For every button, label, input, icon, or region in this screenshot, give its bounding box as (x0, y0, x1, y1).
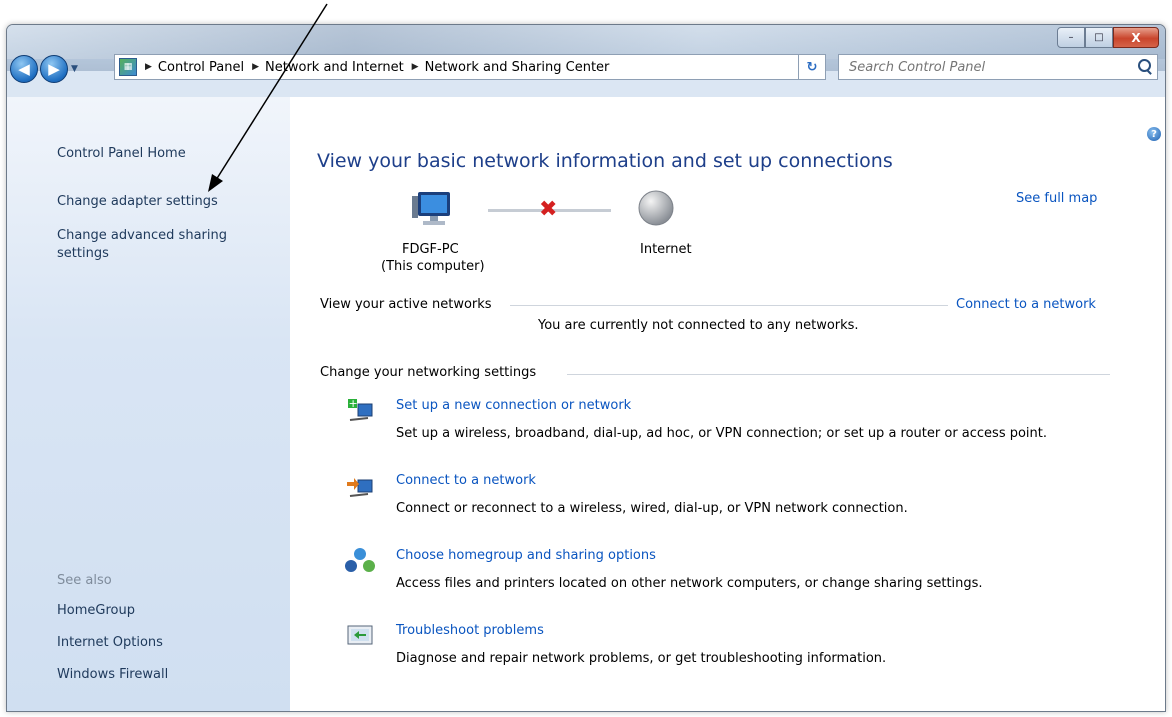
address-bar[interactable]: ▦ ▶ Control Panel ▶ Network and Internet… (114, 54, 814, 80)
maximize-button[interactable]: □ (1085, 27, 1113, 48)
homegroup-sharing-desc: Access files and printers located on oth… (396, 576, 983, 591)
page-title: View your basic network information and … (317, 150, 893, 172)
computer-sub-label: (This computer) (381, 259, 485, 274)
search-icon[interactable] (1138, 59, 1151, 72)
recent-pages-dropdown-icon[interactable]: ▼ (71, 64, 78, 74)
search-input[interactable] (847, 58, 1131, 76)
disconnected-x-icon[interactable]: ✖ (539, 197, 557, 222)
connect-to-network-link[interactable]: Connect to a network (956, 297, 1096, 312)
see-full-map-link[interactable]: See full map (1016, 191, 1097, 206)
internet-label: Internet (640, 242, 692, 257)
internet-globe-icon (638, 190, 674, 226)
section-divider (510, 305, 948, 306)
sidebar-control-panel-home[interactable]: Control Panel Home (57, 145, 186, 163)
setup-new-connection-link[interactable]: Set up a new connection or network (396, 398, 631, 413)
forward-button[interactable]: ▶ (40, 55, 68, 83)
refresh-button[interactable]: ↻ (798, 54, 826, 80)
homegroup-icon (345, 548, 375, 572)
close-button[interactable]: X (1113, 27, 1159, 48)
back-button[interactable]: ◀ (10, 55, 38, 83)
sidebar: Control Panel Home Change adapter settin… (7, 97, 290, 711)
breadcrumb-separator-icon[interactable]: ▶ (252, 62, 259, 72)
sidebar-change-advanced-sharing[interactable]: Change advanced sharing settings (57, 227, 267, 263)
connect-to-network-item-link[interactable]: Connect to a network (396, 473, 536, 488)
computer-icon (412, 192, 450, 225)
troubleshoot-problems-desc: Diagnose and repair network problems, or… (396, 651, 887, 666)
connect-to-network-desc: Connect or reconnect to a wireless, wire… (396, 501, 908, 516)
networking-settings-label: Change your networking settings (320, 365, 537, 380)
not-connected-status: You are currently not connected to any n… (538, 318, 859, 333)
connect-network-icon (347, 478, 373, 497)
sidebar-change-adapter-settings[interactable]: Change adapter settings (57, 193, 218, 211)
section-divider (567, 374, 1110, 375)
control-panel-icon: ▦ (119, 58, 137, 76)
network-sharing-center-window: – □ X Control Panel Home Change adapter … (6, 24, 1166, 712)
breadcrumb-separator-icon[interactable]: ▶ (412, 62, 419, 72)
minimize-button[interactable]: – (1057, 27, 1085, 48)
troubleshoot-problems-link[interactable]: Troubleshoot problems (396, 623, 544, 638)
setup-new-connection-desc: Set up a wireless, broadband, dial-up, a… (396, 426, 1048, 441)
breadcrumb-control-panel[interactable]: Control Panel (158, 60, 244, 75)
window-controls: – □ X (1057, 27, 1159, 48)
sidebar-internet-options[interactable]: Internet Options (57, 634, 163, 652)
active-networks-label: View your active networks (320, 297, 498, 312)
new-connection-icon: + (348, 397, 373, 421)
sidebar-windows-firewall[interactable]: Windows Firewall (57, 666, 168, 684)
search-box (838, 54, 1158, 80)
help-icon[interactable]: ? (1147, 127, 1161, 141)
troubleshoot-icon (347, 625, 373, 645)
see-also-label: See also (57, 573, 112, 588)
breadcrumb-network-internet[interactable]: Network and Internet (265, 60, 404, 75)
homegroup-sharing-link[interactable]: Choose homegroup and sharing options (396, 548, 656, 563)
breadcrumb-network-sharing-center[interactable]: Network and Sharing Center (425, 60, 610, 75)
breadcrumb-separator-icon[interactable]: ▶ (145, 62, 152, 72)
sidebar-homegroup[interactable]: HomeGroup (57, 602, 135, 620)
svg-text:+: + (349, 397, 358, 410)
computer-name: FDGF-PC (402, 242, 459, 257)
navigation-buttons: ◀ ▶ ▼ (10, 55, 78, 83)
